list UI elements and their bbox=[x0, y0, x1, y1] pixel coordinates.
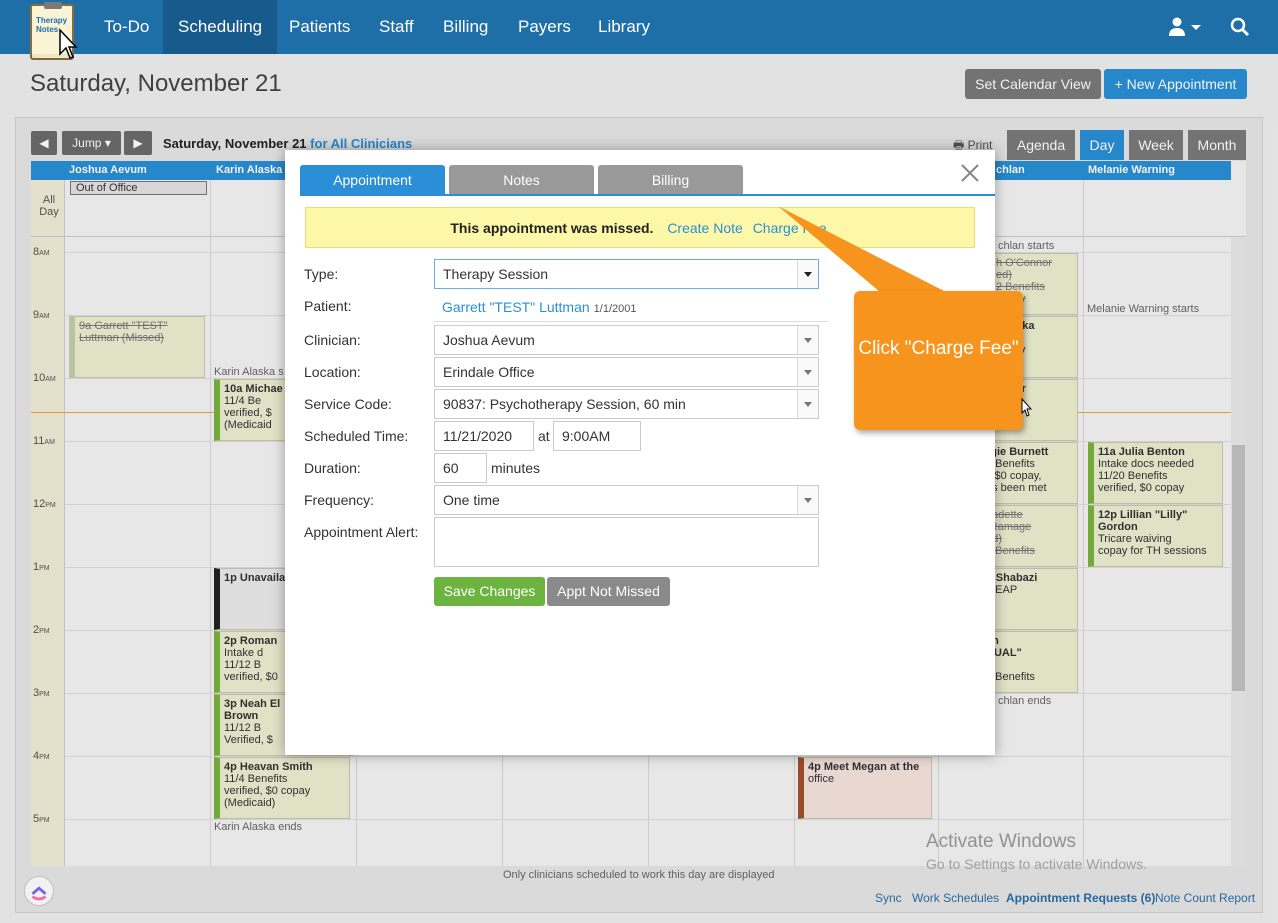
user-menu-icon[interactable] bbox=[1168, 17, 1204, 37]
type-value: Therapy Session bbox=[443, 266, 549, 282]
location-label: Location: bbox=[304, 364, 361, 380]
appointment-modal: Appointment Notes Billing This appointme… bbox=[285, 150, 995, 755]
missed-message: This appointment was missed. bbox=[450, 220, 654, 236]
location-select[interactable]: Erindale Office bbox=[434, 357, 819, 387]
patient-dob: 1/1/2001 bbox=[593, 303, 637, 315]
type-select[interactable]: Therapy Session bbox=[434, 259, 819, 289]
patient-field: Garrett "TEST" Luttman 1/1/2001 bbox=[434, 292, 829, 322]
chevron-down-icon bbox=[797, 260, 818, 288]
appointment-alert-textarea[interactable] bbox=[434, 517, 819, 567]
date-input[interactable]: 11/21/2020 bbox=[434, 421, 534, 451]
appt-not-missed-button[interactable]: Appt Not Missed bbox=[547, 577, 670, 606]
search-icon[interactable] bbox=[1230, 17, 1250, 37]
create-note-link[interactable]: Create Note bbox=[667, 220, 742, 236]
location-value: Erindale Office bbox=[443, 364, 535, 380]
callout-charge-fee: Click "Charge Fee" bbox=[854, 291, 1023, 430]
frequency-label: Frequency: bbox=[304, 492, 375, 508]
chevron-down-icon bbox=[797, 358, 818, 386]
tab-appointment[interactable]: Appointment bbox=[300, 165, 445, 195]
time-input[interactable]: 9:00AM bbox=[553, 421, 641, 451]
nav-payers[interactable]: Payers bbox=[503, 0, 586, 54]
close-icon[interactable] bbox=[957, 160, 983, 186]
duration-label: Duration: bbox=[304, 460, 361, 476]
service-code-select[interactable]: 90837: Psychotherapy Session, 60 min bbox=[434, 389, 819, 419]
service-code-value: 90837: Psychotherapy Session, 60 min bbox=[443, 396, 686, 412]
service-code-label: Service Code: bbox=[304, 396, 392, 412]
clinician-select[interactable]: Joshua Aevum bbox=[434, 325, 819, 355]
top-nav: Therapy Notes To-Do Scheduling Patients … bbox=[0, 0, 1278, 60]
frequency-select[interactable]: One time bbox=[434, 485, 819, 515]
chevron-down-icon bbox=[797, 326, 818, 354]
clinician-label: Clinician: bbox=[304, 332, 361, 348]
tab-underline bbox=[300, 194, 995, 196]
scheduled-time-label: Scheduled Time: bbox=[304, 428, 409, 444]
save-changes-button[interactable]: Save Changes bbox=[434, 577, 545, 606]
logo-clip bbox=[44, 2, 62, 9]
missed-appointment-banner: This appointment was missed. Create Note… bbox=[305, 207, 975, 248]
nav-todo[interactable]: To-Do bbox=[89, 0, 164, 54]
nav-billing[interactable]: Billing bbox=[428, 0, 503, 54]
frequency-value: One time bbox=[443, 492, 500, 508]
type-label: Type: bbox=[304, 266, 339, 282]
patient-label: Patient: bbox=[304, 298, 352, 314]
tab-notes[interactable]: Notes bbox=[449, 165, 594, 195]
nav-staff[interactable]: Staff bbox=[364, 0, 429, 54]
nav-patients[interactable]: Patients bbox=[274, 0, 365, 54]
patient-name-link[interactable]: Garrett "TEST" Luttman bbox=[442, 299, 590, 315]
clinician-value: Joshua Aevum bbox=[443, 332, 535, 348]
chevron-down-icon bbox=[797, 390, 818, 418]
tab-billing[interactable]: Billing bbox=[598, 165, 743, 195]
charge-fee-link[interactable]: Charge Fee bbox=[753, 220, 827, 236]
minutes-label: minutes bbox=[491, 460, 541, 476]
nav-scheduling[interactable]: Scheduling bbox=[163, 0, 278, 54]
at-label: at bbox=[538, 428, 550, 444]
nav-library[interactable]: Library bbox=[583, 0, 665, 54]
appointment-alert-label: Appointment Alert: bbox=[304, 524, 419, 540]
mouse-cursor-icon bbox=[1021, 398, 1033, 417]
duration-input[interactable]: 60 bbox=[434, 453, 487, 483]
chevron-down-icon bbox=[797, 486, 818, 514]
